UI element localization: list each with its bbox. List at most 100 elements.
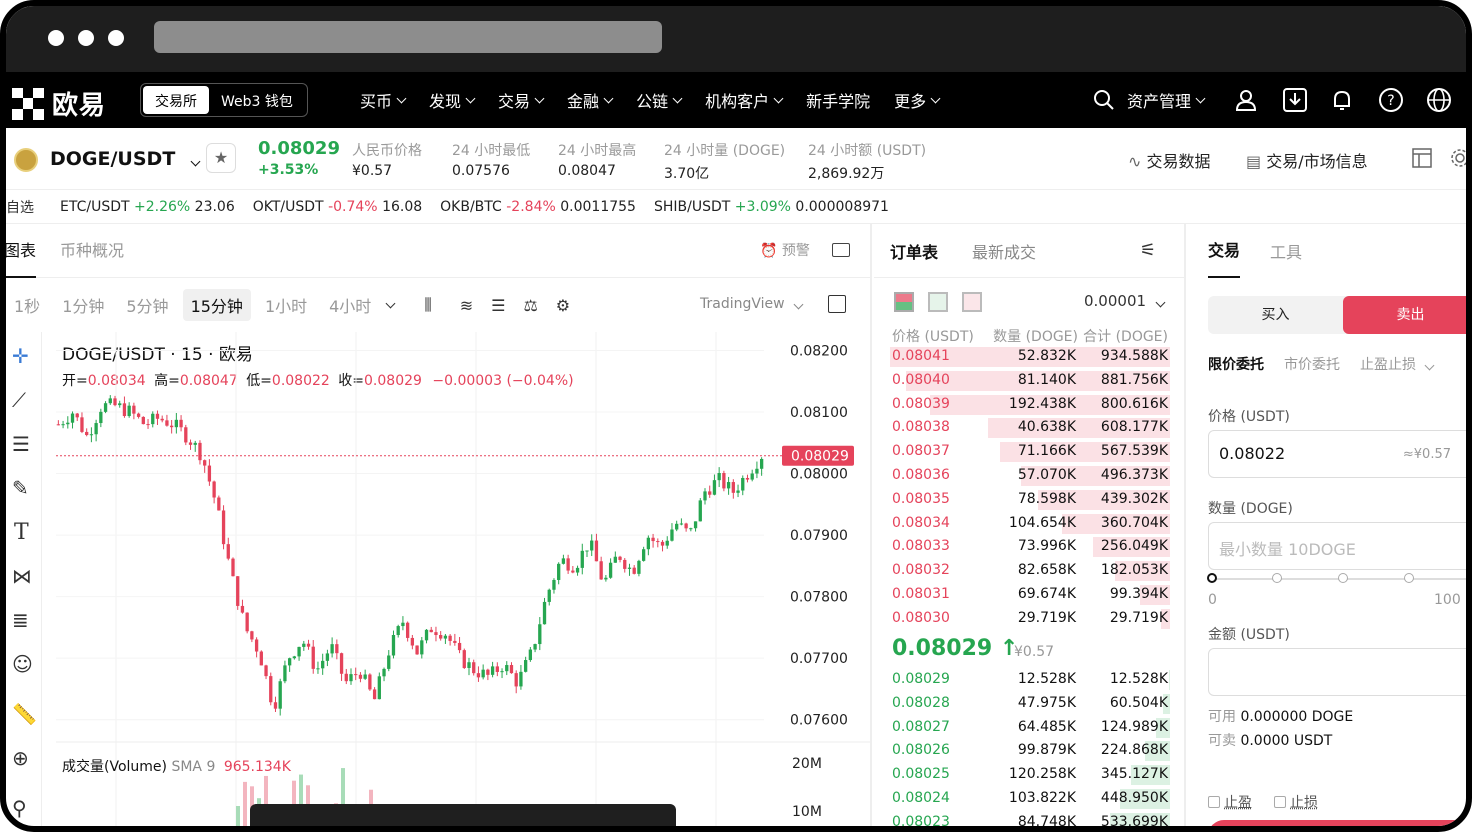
market-info-link[interactable]: ▤ 交易/市场信息 — [1246, 148, 1368, 172]
settings-gear-icon[interactable] — [1450, 148, 1470, 168]
list-icon[interactable]: ☰ — [491, 296, 505, 315]
help-icon[interactable]: ? — [1378, 87, 1404, 113]
gear-icon[interactable]: ⚙ — [556, 296, 570, 315]
buy-button[interactable]: 买入 — [1208, 296, 1343, 334]
alert-button[interactable]: ⏰ 预警 — [760, 240, 810, 260]
ask-row[interactable]: 0.08032 82.658K 182.053K — [874, 559, 1184, 583]
slider-stop[interactable] — [1404, 573, 1414, 583]
ruler-icon[interactable]: 📏 — [12, 702, 37, 726]
menu-more[interactable]: 更多 — [894, 88, 941, 112]
address-bar[interactable] — [154, 21, 662, 53]
ask-row[interactable]: 0.08031 69.674K 99.394K — [874, 583, 1184, 607]
stop-loss-checkbox[interactable]: 止损 — [1274, 792, 1318, 812]
window-icon[interactable] — [832, 243, 850, 257]
tf-1m[interactable]: 1分钟 — [54, 289, 112, 321]
bid-row[interactable]: 0.08028 47.975K 60.504K — [874, 692, 1184, 716]
magnet-icon[interactable]: ⚲ — [12, 796, 27, 820]
menu-academy[interactable]: 新手学院 — [806, 88, 870, 112]
ask-row[interactable]: 0.08035 78.598K 439.302K — [874, 488, 1184, 512]
layout-icon[interactable] — [1412, 148, 1432, 168]
trading-data-link[interactable]: ∿ 交易数据 — [1128, 148, 1211, 172]
user-icon[interactable] — [1234, 88, 1258, 112]
ask-row[interactable]: 0.08034 104.654K 360.704K — [874, 512, 1184, 536]
bid-row[interactable]: 0.08029 12.528K 12.528K — [874, 668, 1184, 692]
slider-stop[interactable] — [1272, 573, 1282, 583]
filter-settings-icon[interactable]: ⚟ — [1140, 240, 1156, 261]
menu-institutional[interactable]: 机构客户 — [705, 88, 784, 112]
window-dot[interactable] — [108, 30, 124, 46]
fullscreen-icon[interactable] — [828, 295, 846, 313]
tab-orderbook[interactable]: 订单表 — [890, 239, 938, 263]
tab-coin-overview[interactable]: 币种概况 — [60, 224, 124, 278]
fav-item[interactable]: ETC/USDT +2.26% 23.06 — [60, 199, 235, 215]
tab-chart[interactable]: 图表 — [6, 224, 37, 278]
ask-row[interactable]: 0.08036 57.070K 496.373K — [874, 464, 1184, 488]
tf-15m[interactable]: 15分钟 — [182, 289, 251, 321]
fav-item[interactable]: OKT/USDT -0.74% 16.08 — [253, 199, 422, 215]
scale-icon[interactable]: ⚖ — [523, 296, 537, 315]
projection-icon[interactable]: ≣ — [12, 608, 29, 632]
ask-row[interactable]: 0.08037 71.166K 567.539K — [874, 440, 1184, 464]
tab-limit[interactable]: 限价委托 — [1208, 354, 1264, 374]
emoji-icon[interactable]: ☺ — [12, 652, 33, 676]
okx-logo[interactable]: 欧易 — [12, 85, 106, 122]
bell-icon[interactable] — [1330, 88, 1354, 112]
slider-knob[interactable] — [1207, 573, 1217, 583]
fib-icon[interactable]: ☰ — [12, 432, 30, 456]
menu-assets[interactable]: 资产管理 — [1127, 88, 1206, 112]
text-tool-icon[interactable]: T — [14, 520, 29, 545]
bid-row[interactable]: 0.08025 120.258K 345.127K — [874, 763, 1184, 787]
bid-row[interactable]: 0.08024 103.822K 448.950K — [874, 787, 1184, 811]
view-both-icon[interactable] — [894, 292, 914, 312]
bid-row[interactable]: 0.08027 64.485K 124.989K — [874, 716, 1184, 740]
window-dot[interactable] — [48, 30, 64, 46]
price-input[interactable]: 0.08022 ≈¥0.57 — [1208, 430, 1466, 478]
amount-input[interactable] — [1208, 648, 1466, 696]
trendline-icon[interactable]: ⟋ — [12, 388, 26, 412]
submit-sell-button[interactable] — [1208, 820, 1466, 826]
menu-discover[interactable]: 发现 — [429, 88, 476, 112]
menu-trade[interactable]: 交易 — [498, 88, 545, 112]
ask-row[interactable]: 0.08041 52.832K 934.588K — [874, 345, 1184, 369]
ask-row[interactable]: 0.08033 73.996K 256.049K — [874, 535, 1184, 559]
tab-market[interactable]: 市价委托 — [1284, 354, 1340, 374]
pattern-icon[interactable]: ⋈ — [12, 564, 32, 588]
take-profit-checkbox[interactable]: 止盈 — [1208, 792, 1252, 812]
menu-chain[interactable]: 公链 — [636, 88, 683, 112]
window-dot[interactable] — [78, 30, 94, 46]
precision-select[interactable]: 0.00001 — [1084, 292, 1166, 310]
view-asks-icon[interactable] — [962, 292, 982, 312]
chevron-down-icon[interactable] — [385, 298, 396, 308]
brush-icon[interactable]: ✎ — [12, 476, 29, 500]
zoom-icon[interactable]: ⊕ — [12, 746, 29, 770]
download-icon[interactable] — [1282, 87, 1308, 113]
favorite-star-icon[interactable]: ★ — [206, 143, 236, 173]
tf-5m[interactable]: 5分钟 — [118, 289, 176, 321]
crosshair-icon[interactable]: ✛ — [12, 344, 29, 368]
pair-selector[interactable]: DOGE/USDT — [50, 148, 201, 170]
fav-item[interactable]: OKB/BTC -2.84% 0.0011755 — [440, 199, 636, 215]
ask-row[interactable]: 0.08040 81.140K 881.756K — [874, 369, 1184, 393]
slider-stop[interactable] — [1338, 573, 1348, 583]
tab-tools[interactable]: 工具 — [1270, 239, 1302, 263]
ask-row[interactable]: 0.08030 29.719K 29.719K — [874, 607, 1184, 631]
quantity-input[interactable]: 最小数量 10DOGE — [1208, 522, 1466, 570]
globe-icon[interactable] — [1426, 87, 1452, 113]
tradingview-switch[interactable]: TradingView — [700, 296, 804, 312]
seg-exchange[interactable]: 交易所 — [143, 86, 209, 114]
seg-web3-wallet[interactable]: Web3 钱包 — [209, 86, 305, 114]
ask-row[interactable]: 0.08038 40.638K 608.177K — [874, 416, 1184, 440]
bid-row[interactable]: 0.08026 99.879K 224.868K — [874, 739, 1184, 763]
tab-trade[interactable]: 交易 — [1208, 224, 1241, 278]
fav-item[interactable]: SHIB/USDT +3.09% 0.000008971 — [654, 199, 889, 215]
candle-type-icon[interactable]: ⫼ — [424, 295, 431, 315]
menu-finance[interactable]: 金融 — [567, 88, 614, 112]
indicator-icon[interactable]: ≋ — [460, 296, 473, 315]
view-bids-icon[interactable] — [928, 292, 948, 312]
tab-tp-sl[interactable]: 止盈止损 — [1360, 354, 1435, 374]
search-icon[interactable] — [1093, 89, 1115, 111]
bid-row[interactable]: 0.08023 84.748K 533.699K — [874, 811, 1184, 826]
amount-slider[interactable] — [1207, 573, 1466, 583]
tab-recent-trades[interactable]: 最新成交 — [972, 239, 1036, 263]
menu-buy-crypto[interactable]: 买币 — [360, 88, 407, 112]
